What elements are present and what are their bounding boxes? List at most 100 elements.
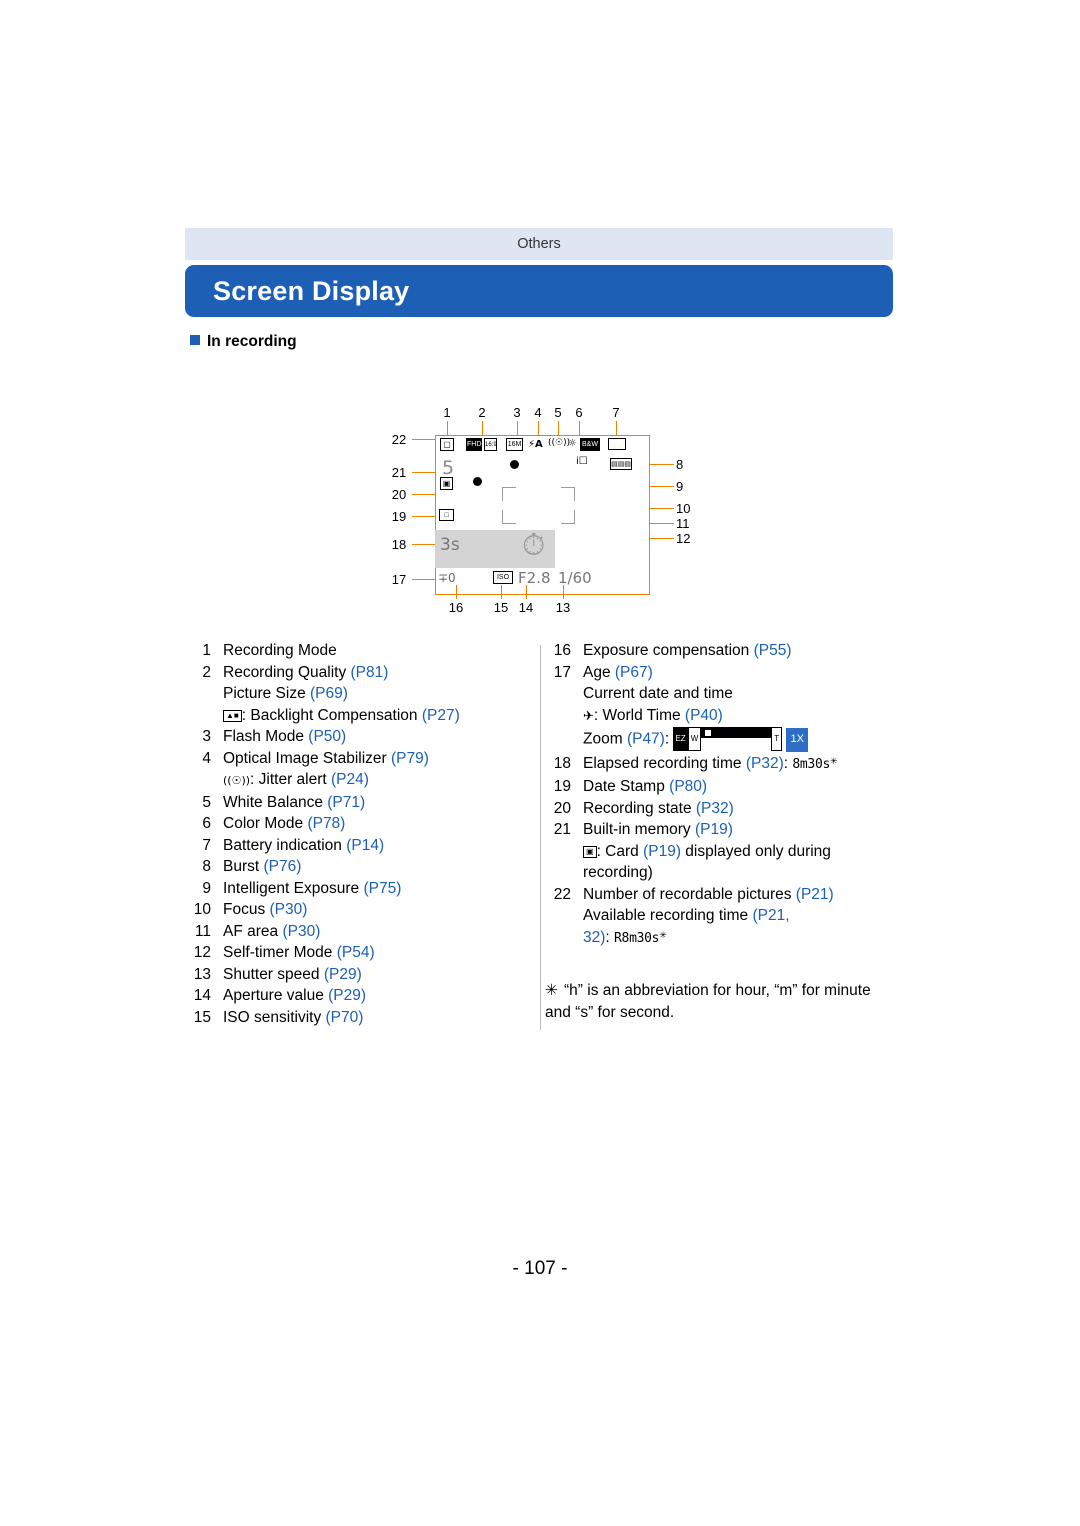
page-ref[interactable]: (P55): [754, 642, 792, 659]
list-item: 2 Recording Quality (P81): [202, 663, 389, 681]
page-ref[interactable]: (P19): [643, 843, 681, 860]
list-item: 10 Focus (P30): [193, 901, 308, 918]
leader-7: [616, 421, 617, 435]
callout-5: 5: [554, 405, 562, 420]
bullet-square-icon: [190, 335, 200, 345]
page-ref[interactable]: (P76): [263, 858, 301, 875]
legend-label: Zoom: [583, 730, 627, 748]
document-page: Others Screen Display In recording 1 2 3…: [0, 0, 1080, 1526]
leader-14: [526, 585, 527, 599]
list-item: 8 Burst (P76): [202, 858, 302, 875]
list-item: ✈: World Time (P40): [545, 705, 895, 728]
footnote-star-icon: ✳: [545, 982, 558, 999]
legend-label: Recording state: [583, 799, 696, 817]
footnote-star-icon: ✳: [659, 929, 667, 940]
page-ref[interactable]: (P71): [327, 794, 365, 811]
legend-label: Optical Image Stabilizer: [223, 749, 391, 767]
burst-icon: ▤▤▤: [610, 458, 632, 470]
page-ref[interactable]: (P78): [307, 815, 345, 832]
leader-10: [650, 508, 674, 509]
built-in-memory-icon: ▣: [440, 477, 453, 490]
list-item: 20 Recording state (P32): [553, 799, 734, 817]
page-ref[interactable]: (P70): [326, 1009, 364, 1026]
page-ref[interactable]: (P27): [422, 707, 460, 724]
footnote-star-icon: ✳: [830, 755, 838, 766]
list-item: Current date and time: [545, 683, 895, 705]
callout-16: 16: [448, 600, 464, 615]
legend-label: Date Stamp: [583, 778, 670, 796]
legend-colon: :: [664, 730, 670, 748]
callout-9: 9: [676, 479, 684, 494]
page-ref[interactable]: (P21,: [752, 907, 789, 924]
callout-7: 7: [612, 405, 620, 420]
list-item: 6 Color Mode (P78): [202, 815, 346, 832]
page-ref[interactable]: (P14): [346, 837, 384, 854]
list-item: 13 Shutter speed (P29): [193, 965, 362, 983]
callout-14: 14: [518, 600, 534, 615]
page-ref[interactable]: (P67): [615, 664, 653, 681]
page-ref[interactable]: (P24): [331, 771, 369, 788]
page-ref[interactable]: (P29): [328, 987, 366, 1004]
page-ref[interactable]: (P30): [270, 901, 308, 918]
legend-label: : Card: [596, 842, 644, 860]
page-ref[interactable]: (P30): [282, 923, 320, 940]
legend-label: Number of recordable pictures: [583, 885, 796, 903]
page-ref[interactable]: (P54): [337, 944, 375, 961]
footnote: ✳ “h” is an abbreviation for hour, “m” fo…: [545, 980, 895, 1023]
list-item: 4 Optical Image Stabilizer (P79): [202, 749, 429, 767]
card-icon: ▣: [583, 845, 597, 858]
callout-19: 19: [391, 509, 407, 524]
page-ref[interactable]: (P79): [391, 750, 429, 767]
leader-8: [650, 464, 674, 465]
leader-13: [563, 585, 564, 599]
page-ref[interactable]: (P80): [669, 778, 707, 795]
page-ref[interactable]: (P32): [696, 800, 734, 817]
leader-11: [650, 523, 674, 524]
section-band: Others: [185, 228, 893, 260]
elapsed-time-sample: 8m30s: [792, 756, 831, 772]
leader-2: [482, 421, 483, 435]
legend-label: Built-in memory: [583, 821, 695, 839]
list-item: 19 Date Stamp (P80): [553, 778, 708, 796]
page-ref[interactable]: (P75): [363, 880, 401, 897]
legend-label: Aperture value: [223, 987, 329, 1004]
leader-6: [579, 421, 580, 435]
page-title: Screen Display: [213, 276, 410, 306]
aspect-ratio-icon: 16:9: [484, 438, 497, 451]
legend-label: Exposure compensation: [583, 642, 754, 659]
list-item: 1 Recording Mode: [202, 642, 337, 659]
callout-21: 21: [391, 465, 407, 480]
af-area-corner-tl: [502, 487, 516, 501]
list-item: ▣: Card (P19) displayed only during: [545, 841, 895, 863]
page-ref[interactable]: (P50): [308, 728, 346, 745]
shutter-speed-value: 1/60: [558, 569, 592, 587]
leader-18: [412, 544, 435, 545]
list-item: 12 Self-timer Mode (P54): [193, 944, 375, 961]
legend-label: Color Mode: [223, 815, 308, 832]
list-item: 16 Exposure compensation (P55): [553, 642, 792, 659]
focus-icon: [510, 460, 519, 469]
leader-1: [447, 421, 448, 435]
page-title-bar: Screen Display: [185, 265, 893, 317]
page-ref[interactable]: (P29): [324, 966, 362, 983]
list-item: Picture Size (P69): [185, 683, 525, 705]
page-ref[interactable]: (P81): [351, 664, 389, 681]
legend-label: Focus: [223, 901, 270, 918]
page-ref[interactable]: (P32): [746, 755, 784, 772]
list-item: 15 ISO sensitivity (P70): [193, 1008, 364, 1026]
list-item: 7 Battery indication (P14): [202, 836, 385, 854]
af-area-corner-tr: [561, 487, 575, 501]
legend-divider: [540, 645, 541, 1030]
page-ref[interactable]: (P47): [627, 730, 665, 747]
af-area-corner-br: [561, 510, 575, 524]
page-ref-cont[interactable]: 32): [583, 929, 605, 946]
aperture-value: F2.8: [518, 569, 551, 587]
list-item: Available recording time (P21,: [545, 905, 895, 927]
callout-8: 8: [676, 457, 684, 472]
page-ref[interactable]: (P21): [796, 886, 834, 903]
page-ref[interactable]: (P19): [695, 821, 733, 838]
af-area-corner-bl: [502, 510, 516, 524]
page-ref[interactable]: (P40): [685, 707, 723, 724]
callout-13: 13: [555, 600, 571, 615]
page-ref[interactable]: (P69): [310, 685, 348, 702]
